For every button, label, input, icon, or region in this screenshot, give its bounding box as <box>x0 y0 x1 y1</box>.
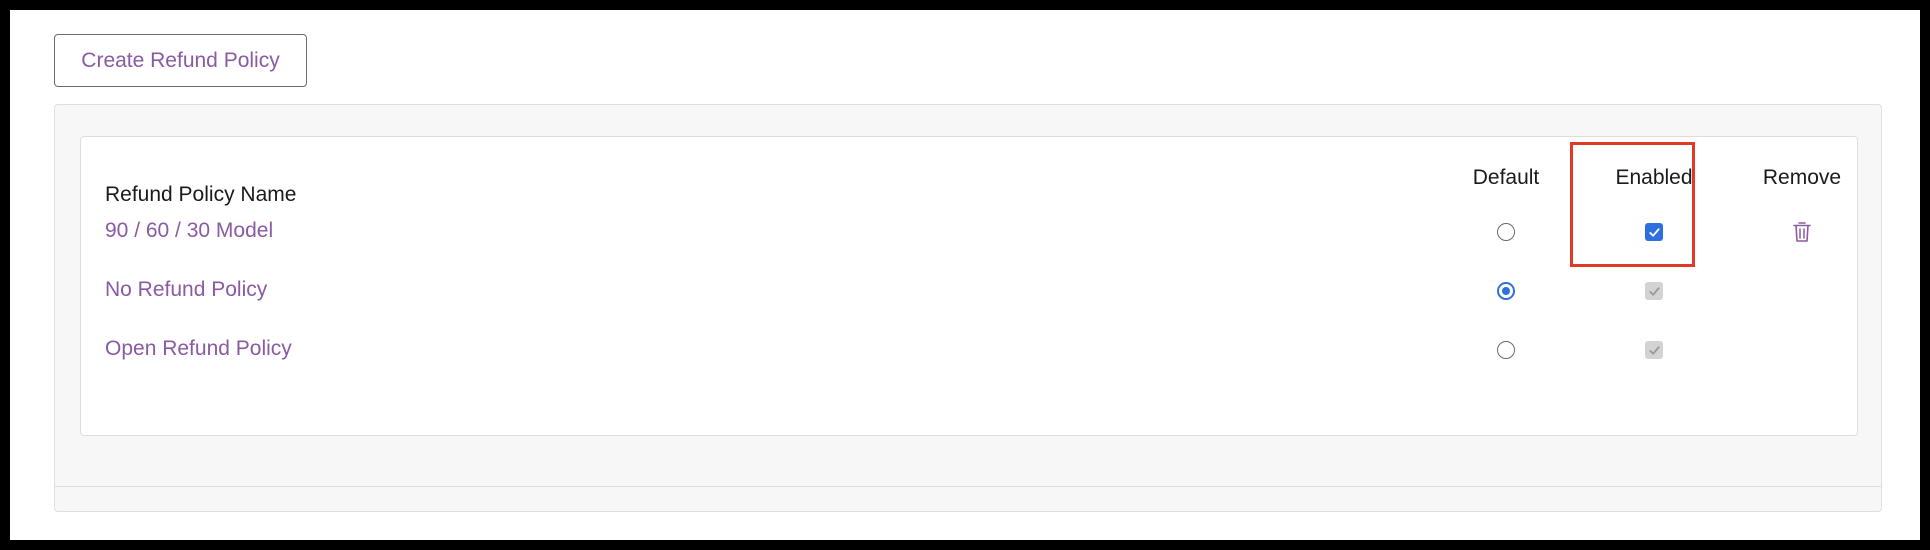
header-refund-policy-name: Refund Policy Name <box>105 183 297 206</box>
policy-name-link[interactable]: Open Refund Policy <box>105 337 292 361</box>
default-radio[interactable] <box>1497 282 1515 300</box>
panel-footer-divider <box>55 486 1881 487</box>
page-frame: Create Refund Policy Refund Policy Name … <box>10 10 1920 540</box>
header-enabled: Enabled <box>1615 166 1693 189</box>
header-remove: Remove <box>1762 166 1842 189</box>
default-radio[interactable] <box>1497 341 1515 359</box>
trash-icon[interactable] <box>1792 221 1812 243</box>
check-icon <box>1648 286 1660 296</box>
policy-name-link[interactable]: 90 / 60 / 30 Model <box>105 219 273 243</box>
refund-policy-table: Refund Policy Name Default Enabled Remov… <box>80 136 1858 436</box>
check-icon <box>1648 227 1660 237</box>
enabled-checkbox <box>1645 341 1663 359</box>
enabled-checkbox[interactable] <box>1645 223 1663 241</box>
default-radio[interactable] <box>1497 223 1515 241</box>
refund-policies-panel: Refund Policy Name Default Enabled Remov… <box>54 104 1882 512</box>
enabled-checkbox <box>1645 282 1663 300</box>
create-refund-policy-button[interactable]: Create Refund Policy <box>54 34 307 87</box>
policy-name-link[interactable]: No Refund Policy <box>105 278 267 302</box>
header-default: Default <box>1472 166 1540 189</box>
check-icon <box>1648 345 1660 355</box>
